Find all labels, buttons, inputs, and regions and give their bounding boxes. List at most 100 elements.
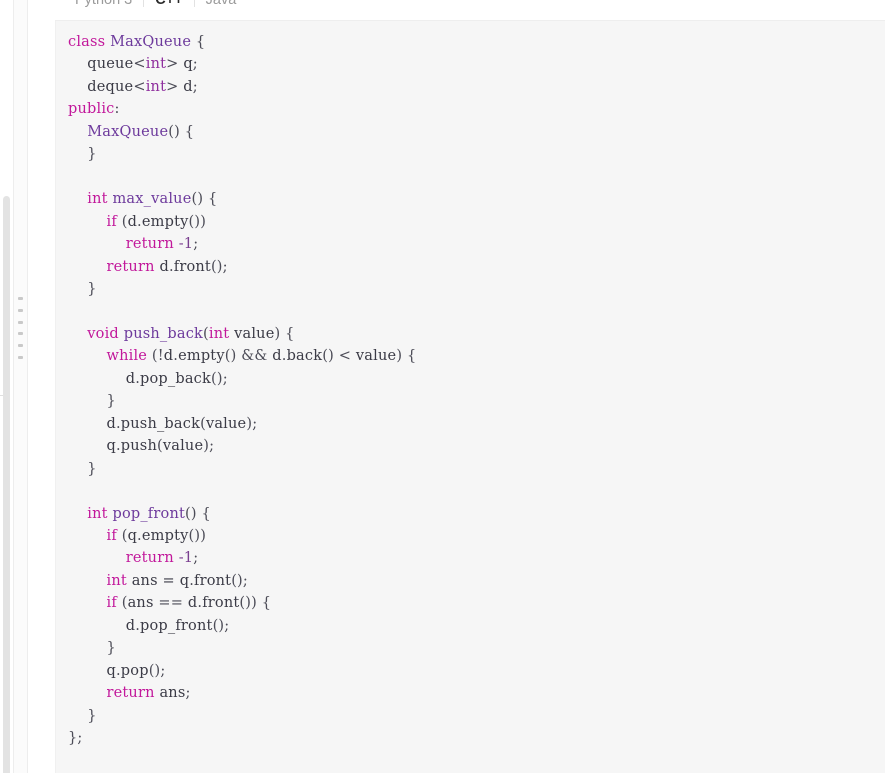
code-token-num: -1: [178, 550, 194, 567]
code-token-pn: {: [208, 191, 218, 208]
tab-java[interactable]: Java: [195, 0, 248, 21]
code-line: }: [68, 278, 885, 300]
code-token-id: d: [272, 348, 282, 365]
code-token-pn: ;: [185, 685, 191, 702]
page-scrollbar-thumb[interactable]: [3, 196, 10, 773]
code-panel-root: Python 3C++Java class MaxQueue { queue<i…: [0, 0, 885, 773]
code-token-pn: :: [114, 101, 120, 118]
code-token-pn: ): [274, 325, 286, 342]
page-scrollbar-track[interactable]: [0, 0, 13, 773]
code-token-pn: ;: [193, 236, 199, 253]
code-line: return -1;: [68, 233, 885, 255]
code-token-k: return: [125, 550, 174, 567]
code-token-k: class: [68, 34, 106, 50]
resize-handle-dot: [18, 308, 23, 312]
code-line: void push_back(int value) {: [68, 323, 885, 345]
gutter-strip: [14, 0, 27, 773]
code-line: }: [68, 705, 885, 727]
code-line: return d.front();: [68, 256, 885, 278]
code-token-id: [68, 708, 87, 724]
code-token-id: d: [106, 415, 116, 432]
code-token-id: pop_back: [140, 370, 211, 387]
code-token-pn: (!: [151, 348, 164, 365]
code-token-pn: ) {: [396, 348, 417, 365]
code-token-pn: {: [201, 505, 211, 522]
code-scroll-area[interactable]: class MaxQueue { queue<int> q; deque<int…: [55, 21, 885, 773]
code-token-id: value: [355, 348, 397, 365]
code-line: int max_value() {: [68, 188, 885, 210]
code-token-k: return: [125, 236, 174, 253]
code-token-id: [68, 146, 87, 162]
code-token-pn: (): [185, 505, 202, 522]
code-token-pn: ()) {: [239, 595, 272, 612]
code-token-id: [68, 56, 87, 72]
code-token-k: int: [106, 572, 127, 589]
code-token-id: [68, 281, 87, 297]
code-token-id: front: [173, 258, 211, 275]
code-token-fn: push_back: [123, 325, 204, 342]
code-token-id: q: [127, 527, 138, 544]
code-token-k: void: [87, 325, 119, 342]
code-token-id: ans =: [126, 572, 180, 589]
code-token-k: int: [87, 505, 108, 522]
code-line: d.pop_front();: [68, 615, 885, 637]
code-token-id: [68, 124, 87, 140]
code-token-id: [68, 506, 87, 522]
code-token-pn: ();: [231, 572, 249, 589]
code-token-pn: {: [285, 325, 295, 342]
code-token-pn: ;: [192, 78, 198, 95]
code-token-id: [68, 236, 126, 252]
code-token-id: d: [163, 348, 174, 365]
code-line: public:: [68, 98, 885, 120]
panel-left-margin: [28, 0, 55, 773]
code-token-pn: <: [133, 56, 146, 73]
code-token-pn: ();: [212, 617, 230, 634]
code-line: }: [68, 143, 885, 165]
code-token-id: [68, 191, 87, 207]
panel-resize-handle[interactable]: [16, 297, 25, 359]
code-token-id: push_back: [120, 415, 201, 432]
code-token-pn: ();: [211, 370, 228, 387]
code-editor-card: Python 3C++Java class MaxQueue { queue<i…: [55, 0, 885, 773]
code-token-pn: }: [87, 707, 97, 724]
code-token-num: -1: [178, 236, 194, 253]
code-line: class MaxQueue {: [68, 31, 885, 53]
language-tab-bar: Python 3C++Java: [55, 0, 885, 21]
code-line: if (ans == d.front()) {: [68, 592, 885, 614]
code-token-fn: MaxQueue: [87, 123, 169, 140]
source-code-block[interactable]: class MaxQueue { queue<int> q; deque<int…: [55, 21, 885, 750]
code-token-pn: ();: [148, 662, 166, 679]
code-token-id: [68, 640, 106, 656]
code-line: }: [68, 458, 885, 480]
code-line: deque<int> d;: [68, 76, 885, 98]
code-token-id: [68, 326, 87, 342]
code-token-pn: }: [87, 460, 97, 477]
code-token-pn: );: [203, 438, 215, 455]
code-token-id: [68, 416, 106, 432]
code-token-id: [68, 685, 106, 701]
code-token-id: [68, 528, 106, 544]
code-line: if (d.empty()): [68, 211, 885, 233]
code-line: queue<int> q;: [68, 53, 885, 75]
code-token-pn: {: [195, 34, 206, 50]
code-token-k: if: [106, 213, 117, 230]
code-token-id: empty: [141, 527, 189, 544]
code-token-id: d: [125, 617, 136, 634]
code-token-id: queue: [87, 56, 134, 73]
code-token-id: value: [205, 415, 247, 432]
code-token-pn: <: [133, 78, 146, 95]
code-token-id: back: [286, 348, 323, 365]
code-token-pn: }: [87, 146, 97, 163]
tab-cpp[interactable]: C++: [144, 0, 193, 21]
code-token-id: q: [183, 56, 193, 73]
code-token-id: [68, 438, 106, 454]
code-token-pn: ()): [188, 213, 207, 230]
code-token-id: d: [125, 370, 136, 387]
code-line: while (!d.empty() && d.back() < value) {: [68, 345, 885, 367]
tab-python3[interactable]: Python 3: [64, 0, 143, 21]
code-token-pn: (): [168, 123, 185, 140]
code-token-pn: );: [246, 415, 258, 432]
code-token-id: [68, 259, 106, 275]
